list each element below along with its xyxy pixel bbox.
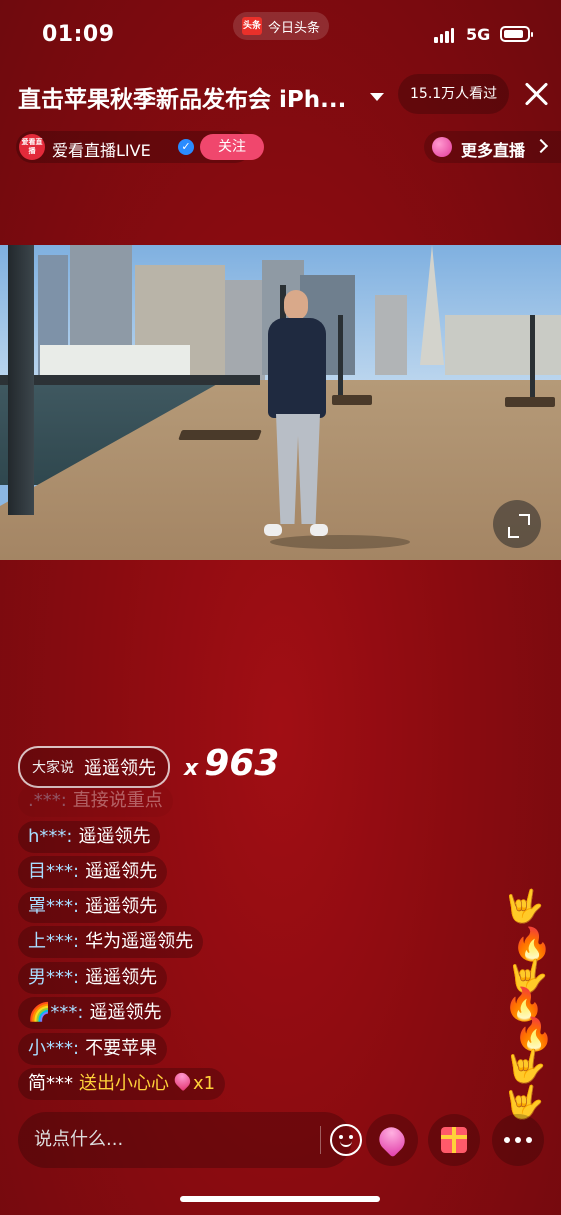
fire-icon: 🔥 — [512, 925, 552, 963]
bottom-bar: 说点什么... — [0, 1112, 561, 1172]
reaction-stream: 🤟 🔥 🤟 🔥 🔥 🤟 🤟 — [500, 887, 554, 1120]
toutiao-logo-icon: 头条 — [241, 17, 262, 35]
chevron-down-icon[interactable] — [370, 93, 384, 101]
balloon-icon — [432, 137, 452, 157]
comment-item[interactable]: h***: 遥遥领先 — [18, 821, 161, 853]
chat-input-placeholder: 说点什么... — [34, 1129, 124, 1150]
gift-notification: 简*** 送出小心心 x1 — [18, 1068, 226, 1100]
gift-button[interactable] — [428, 1114, 480, 1166]
channel-avatar[interactable]: 爱看直播 — [19, 134, 45, 160]
network-type: 5G — [466, 25, 491, 44]
fire-icon: 🔥 — [514, 1015, 554, 1053]
heart-icon — [171, 1069, 194, 1092]
signal-icon — [434, 28, 454, 43]
chevron-right-icon — [533, 138, 549, 154]
more-button[interactable] — [492, 1114, 544, 1166]
combo-prefix: 大家说 — [32, 760, 74, 776]
emoji-icon[interactable] — [330, 1124, 362, 1156]
combo-count: x 963 — [184, 743, 280, 784]
fullscreen-icon[interactable] — [493, 500, 541, 548]
follow-button[interactable]: 关注 — [200, 134, 264, 160]
live-video[interactable] — [0, 245, 561, 560]
status-time: 01:09 — [42, 22, 115, 47]
close-icon[interactable] — [522, 80, 550, 108]
channel-info[interactable]: 爱看直播 爱看直播LIVE ✓ 关注 — [16, 131, 264, 163]
comment-item[interactable]: .***: 直接说重点 — [18, 785, 173, 817]
comment-item[interactable]: 上***: 华为遥遥领先 — [18, 926, 204, 958]
comment-item[interactable]: 🌈***: 遥遥领先 — [18, 997, 172, 1029]
battery-icon — [500, 26, 533, 42]
combo-text: 遥遥领先 — [84, 758, 156, 779]
rock-hand-icon: 🤟 — [506, 1047, 546, 1085]
verified-icon: ✓ — [178, 139, 194, 155]
viewer-count[interactable]: 15.1万人看过 — [398, 74, 510, 114]
rock-hand-icon: 🤟 — [504, 887, 544, 925]
comment-item[interactable]: 小***: 不要苹果 — [18, 1033, 168, 1065]
trending-comment-pill[interactable]: 大家说 遥遥领先 — [18, 746, 170, 788]
gift-icon — [441, 1127, 467, 1153]
more-live-label: 更多直播 — [461, 141, 526, 160]
live-header: 直击苹果秋季新品发布会 iPh... 15.1万人看过 — [0, 72, 561, 118]
presenter-figure — [258, 290, 338, 550]
heart-icon — [374, 1122, 410, 1158]
more-live-button[interactable]: 更多直播 — [424, 131, 561, 163]
comment-item[interactable]: 目***: 遥遥领先 — [18, 856, 168, 888]
comment-item[interactable]: 男***: 遥遥领先 — [18, 962, 168, 994]
chat-input[interactable]: 说点什么... — [18, 1112, 362, 1168]
more-icon — [504, 1137, 510, 1143]
home-indicator[interactable] — [180, 1196, 380, 1202]
like-button[interactable] — [366, 1114, 418, 1166]
status-bar: 01:09 头条 今日头条 5G — [0, 0, 561, 66]
battery-level — [504, 30, 523, 38]
app-return-label: 今日头条 — [267, 20, 320, 36]
live-title[interactable]: 直击苹果秋季新品发布会 iPh... — [18, 80, 346, 114]
channel-name[interactable]: 爱看直播LIVE — [52, 137, 151, 161]
comment-item[interactable]: 罩***: 遥遥领先 — [18, 891, 168, 923]
app-return-pill[interactable]: 头条 今日头条 — [233, 12, 329, 40]
